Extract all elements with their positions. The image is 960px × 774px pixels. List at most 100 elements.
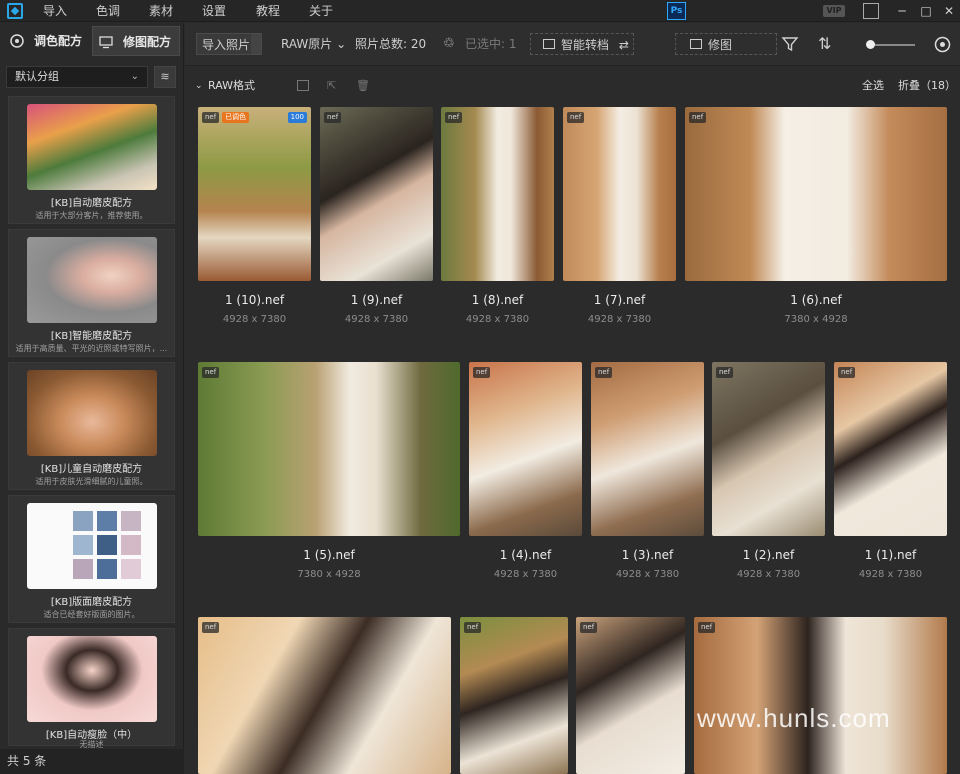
image-icon[interactable] (297, 80, 309, 91)
photo-filename: 1 (2).nef (742, 548, 795, 562)
preset-item[interactable]: [KB]自动磨皮配方 适用于大部分客片，推荐使用。 (8, 96, 175, 224)
total-value: 20 (410, 37, 427, 51)
zoom-slider-knob[interactable] (866, 40, 875, 49)
list-count: 共 5 条 (0, 749, 184, 774)
photo-card[interactable]: nef 1 (7).nef 4928 x 7380 (563, 107, 676, 327)
format-badge: nef (464, 622, 482, 633)
minimize-button[interactable]: ─ (892, 2, 912, 20)
photo-thumbnail: nef (441, 107, 554, 281)
status-badge: 已调色 (222, 112, 249, 123)
photo-filename: 1 (6).nef (790, 293, 842, 307)
menu-materials[interactable]: 素材 (149, 0, 173, 22)
tab-color-recipes[interactable]: 调色配方 (4, 26, 90, 56)
layers-button[interactable]: ≋ (154, 66, 176, 88)
retouch-label: 修图 (708, 38, 733, 52)
photo-card[interactable]: nef 1 (2).nef 4928 x 7380 (712, 362, 825, 582)
photo-card[interactable]: nef 1 (1).nef 4928 x 7380 (834, 362, 947, 582)
photo-filename: 1 (5).nef (303, 548, 355, 562)
photo-dimensions: 7380 x 4928 (784, 314, 848, 325)
format-badge: nef (698, 622, 716, 633)
preset-thumbnail (27, 503, 157, 589)
select-all-link[interactable]: 全选 (862, 75, 884, 97)
tab-label: 调色配方 (34, 34, 83, 48)
format-badge: nef (580, 622, 598, 633)
photo-card[interactable]: nef 1 (6).nef 7380 x 4928 (685, 107, 947, 327)
preset-item[interactable]: [KB]儿童自动磨皮配方 适用于皮肤光滑细腻的儿童照。 (8, 362, 175, 490)
preset-item[interactable]: [KB]自动瘦脸（中） 无描述 (8, 628, 175, 749)
format-badge: nef (567, 112, 585, 123)
selected-label: 已选中: (465, 37, 506, 51)
photo-thumbnail: nef (460, 617, 568, 774)
preset-desc: 适用于皮肤光滑细腻的儿童照。 (35, 477, 148, 486)
selected-value: 1 (508, 37, 517, 51)
photo-card[interactable]: nef 1 (4).nef 4928 x 7380 (469, 362, 582, 582)
menu-tutorials[interactable]: 教程 (256, 0, 280, 22)
preset-name: [KB]自动磨皮配方 (50, 198, 133, 209)
photo-card[interactable]: nef (694, 617, 947, 774)
photo-thumbnail: nef (591, 362, 704, 536)
photo-card[interactable]: nef 1 (8).nef 4928 x 7380 (441, 107, 554, 327)
photo-thumbnail: nef (469, 362, 582, 536)
zoom-slider-track[interactable] (871, 44, 915, 46)
menu-import[interactable]: 导入 (43, 0, 67, 22)
photo-card[interactable]: nef 1 (9).nef 4928 x 7380 (320, 107, 433, 327)
preset-item[interactable]: [KB]智能磨皮配方 适用于高质量、平光的近照或特写照片，... (8, 229, 175, 357)
monitor-icon (99, 36, 113, 49)
photo-card[interactable]: nef (576, 617, 685, 774)
maximize-button[interactable]: □ (916, 2, 936, 20)
photo-card[interactable]: nef 1 (3).nef 4928 x 7380 (591, 362, 704, 582)
delete-icon[interactable]: 🗑 (356, 75, 370, 97)
photo-filename: 1 (1).nef (864, 548, 917, 562)
app-logo-icon (7, 3, 23, 19)
filter-icon[interactable] (781, 35, 799, 53)
photo-thumbnail: nef (320, 107, 433, 281)
photo-dimensions: 4928 x 7380 (493, 569, 558, 580)
export-icon[interactable]: ⇱ (327, 75, 336, 97)
sidebar: 调色配方 修图配方 默认分组 ⌄ ≋ [KB]自动磨皮配方 适用于大部分客片，推… (0, 23, 184, 774)
photo-filename: 1 (3).nef (621, 548, 674, 562)
menu-about[interactable]: 关于 (309, 0, 333, 22)
tab-label: 修图配方 (123, 35, 172, 49)
vip-badge[interactable]: VIP (823, 5, 845, 17)
collapse-link[interactable]: 折叠（18） (898, 75, 956, 97)
photo-card[interactable]: nef (460, 617, 568, 774)
group-select-value: 默认分组 (15, 70, 59, 83)
photo-thumbnail: nef (694, 617, 947, 774)
photo-card[interactable]: nef 已调色 100 1 (10).nef 4928 x 7380 (198, 107, 311, 327)
format-badge: nef (202, 367, 220, 378)
photo-card[interactable]: nef (198, 617, 451, 774)
preset-thumbnail (27, 104, 157, 190)
chevron-down-icon[interactable]: ⌄ (195, 75, 203, 97)
image-icon (690, 39, 702, 49)
menu-tone[interactable]: 色调 (96, 0, 120, 22)
menu-settings[interactable]: 设置 (202, 0, 226, 22)
preset-item[interactable]: [KB]版面磨皮配方 适合已经套好版面的图片。 (8, 495, 175, 623)
format-badge: nef (202, 622, 220, 633)
section-header: ⌄ RAW格式 ⇱ 🗑 全选 折叠（18） (185, 75, 960, 97)
photo-filename: 1 (8).nef (471, 293, 524, 307)
photo-dimensions: 4928 x 7380 (222, 314, 287, 325)
format-badge: nef (595, 367, 613, 378)
tab-retouch-recipes[interactable]: 修图配方 (92, 26, 180, 56)
group-select[interactable]: 默认分组 ⌄ (6, 66, 148, 88)
preset-thumbnail (27, 237, 157, 323)
smart-convert-button[interactable]: 智能转档 ⇄ (530, 33, 634, 55)
aperture-icon[interactable] (934, 36, 951, 53)
photoshop-button[interactable]: Ps (667, 2, 686, 20)
preset-desc: 适用于大部分客片，推荐使用。 (35, 211, 148, 220)
raw-filter-value: RAW原片 (281, 37, 333, 51)
photo-dimensions: 4928 x 7380 (344, 314, 409, 325)
retouch-button[interactable]: 修图 (675, 33, 777, 55)
trash-icon[interactable]: ♲ (443, 33, 457, 55)
photo-thumbnail: nef (834, 362, 947, 536)
close-button[interactable]: ✕ (939, 2, 959, 20)
raw-filter-select[interactable]: RAW原片 ⌄ (281, 33, 346, 55)
import-photos-button[interactable]: 导入照片 (196, 33, 262, 55)
format-badge: nef (716, 367, 734, 378)
sort-icon[interactable]: ⇅ (818, 33, 831, 55)
photo-card[interactable]: nef 1 (5).nef 7380 x 4928 (198, 362, 460, 582)
skin-icon[interactable] (863, 3, 879, 19)
preset-name: [KB]版面磨皮配方 (50, 597, 133, 608)
photo-dimensions: 4928 x 7380 (858, 569, 923, 580)
chevron-down-icon: ⌄ (130, 71, 139, 82)
